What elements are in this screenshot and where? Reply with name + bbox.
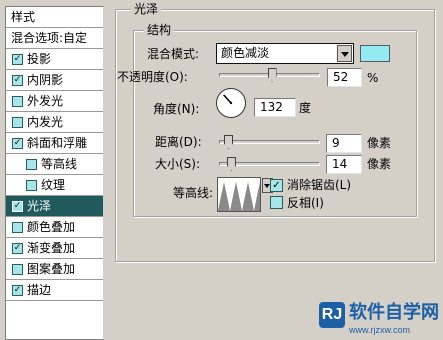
blend-mode-select[interactable]: 颜色减淡: [216, 43, 354, 64]
styles-list-item[interactable]: ✓ 投影: [6, 49, 103, 70]
style-checkbox[interactable]: [12, 96, 23, 107]
angle-needle-icon: [223, 94, 233, 105]
size-unit: 像素: [367, 157, 392, 171]
style-item-label: 光泽: [27, 199, 52, 213]
antialias-label: 消除锯齿(L): [287, 178, 352, 192]
opacity-unit: %: [367, 71, 379, 85]
styles-list-item[interactable]: 图案叠加: [6, 259, 103, 280]
site-watermark-url: www.rjzxw.com: [349, 325, 411, 335]
size-input[interactable]: 14: [326, 155, 362, 174]
site-logo: RJ: [319, 302, 345, 328]
styles-list-item[interactable]: 纹理: [6, 175, 103, 196]
styles-list-item[interactable]: 颜色叠加: [6, 217, 103, 238]
style-checkbox[interactable]: [26, 180, 37, 191]
angle-unit: 度: [299, 101, 312, 115]
style-checkbox[interactable]: [12, 117, 23, 128]
styles-list-item[interactable]: 内发光: [6, 112, 103, 133]
styles-list-item[interactable]: 等高线: [6, 154, 103, 175]
distance-input[interactable]: 9: [326, 134, 362, 153]
contour-preview[interactable]: [217, 177, 261, 212]
style-checkbox[interactable]: [26, 159, 37, 170]
contour-curve-icon: [218, 182, 260, 211]
invert-checkbox[interactable]: [270, 196, 283, 209]
styles-title-label: 样式: [11, 10, 36, 24]
contour-label: 等高线:: [173, 186, 214, 200]
invert-label: 反相(I): [287, 196, 324, 210]
styles-list-item[interactable]: 外发光: [6, 91, 103, 112]
style-checkbox[interactable]: ✓: [12, 243, 23, 254]
styles-list-item[interactable]: ✓ 斜面和浮雕: [6, 133, 103, 154]
satin-group-title: 光泽: [131, 2, 162, 16]
style-item-label: 图案叠加: [27, 262, 76, 276]
blend-color-swatch[interactable]: [360, 45, 390, 62]
structure-group-title: 结构: [144, 23, 175, 37]
style-checkbox[interactable]: [12, 222, 23, 233]
blend-mode-value: 颜色减淡: [221, 46, 270, 60]
distance-label: 距离(D):: [155, 135, 202, 149]
style-item-label: 纹理: [41, 178, 66, 192]
layer-style-dialog: 样式 混合选项:自定 ✓ 投影 ✓ 内阴影 外发光 内发光 ✓ 斜面和浮雕 等高线 纹理 ✓ 光泽 颜色…: [0, 0, 443, 340]
styles-list-title: 样式: [6, 7, 103, 28]
angle-input[interactable]: 132: [254, 98, 296, 117]
style-item-label: 等高线: [41, 157, 78, 171]
style-checkbox[interactable]: ✓: [12, 138, 23, 149]
distance-unit: 像素: [367, 136, 392, 150]
opacity-input[interactable]: 52: [327, 68, 362, 87]
blending-options-item[interactable]: 混合选项:自定: [6, 28, 103, 49]
size-label: 大小(S):: [155, 157, 201, 171]
blend-mode-label: 混合模式:: [147, 47, 200, 61]
styles-list-item[interactable]: ✓ 内阴影: [6, 70, 103, 91]
angle-label: 角度(N):: [153, 102, 200, 116]
style-item-label: 内阴影: [27, 73, 64, 87]
angle-dial[interactable]: [216, 88, 246, 118]
style-item-label: 颜色叠加: [27, 220, 76, 234]
styles-list-item[interactable]: ✓ 渐变叠加: [6, 238, 103, 259]
styles-list-item[interactable]: ✓ 描边: [6, 280, 103, 301]
styles-list: 样式 混合选项:自定 ✓ 投影 ✓ 内阴影外发光内发光 ✓ 斜面和浮雕等高线纹理 ✓ 光泽颜色…: [5, 6, 104, 340]
chevron-down-icon[interactable]: [337, 45, 352, 62]
style-item-label: 内发光: [27, 115, 64, 129]
distance-slider-track[interactable]: [219, 140, 320, 144]
antialias-checkbox[interactable]: ✓: [270, 179, 283, 192]
styles-list-item[interactable]: ✓ 光泽: [6, 196, 103, 217]
style-item-label: 外发光: [27, 94, 64, 108]
style-item-label: 描边: [27, 283, 52, 297]
style-checkbox[interactable]: ✓: [12, 285, 23, 296]
style-item-label: 渐变叠加: [27, 241, 76, 255]
site-watermark-title: 软件自学网: [349, 302, 439, 323]
style-checkbox[interactable]: ✓: [12, 54, 23, 65]
opacity-label: 不透明度(O):: [117, 70, 188, 84]
style-item-label: 投影: [27, 52, 52, 66]
style-checkbox[interactable]: ✓: [12, 201, 23, 212]
style-item-label: 斜面和浮雕: [27, 136, 88, 150]
style-checkbox[interactable]: ✓: [12, 75, 23, 86]
blending-options-label: 混合选项:自定: [11, 31, 88, 45]
style-checkbox[interactable]: [12, 264, 23, 275]
